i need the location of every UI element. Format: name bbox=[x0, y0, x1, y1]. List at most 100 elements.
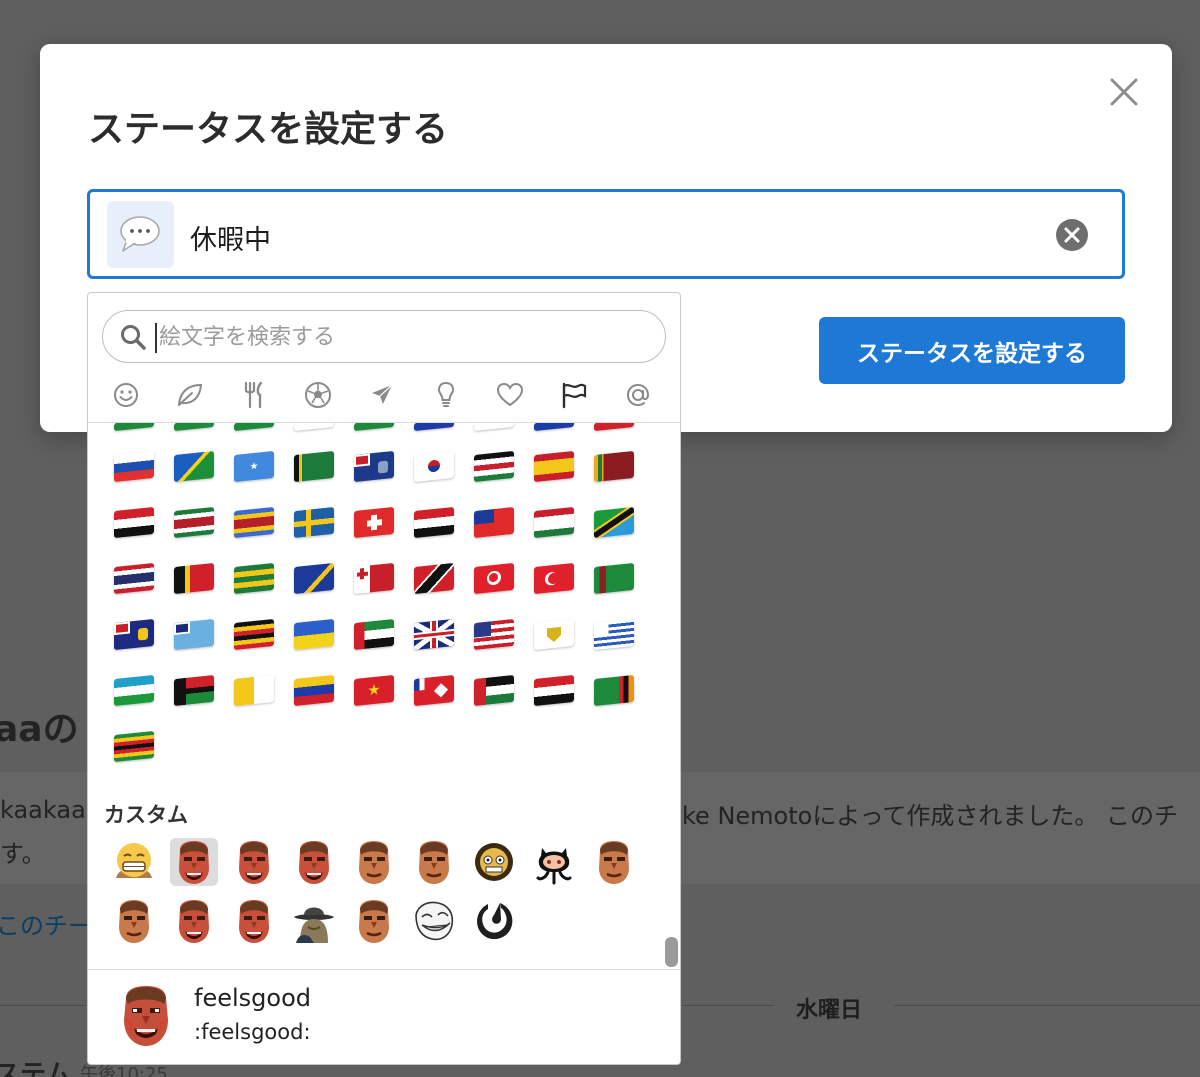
custom-emoji-rage3-icon[interactable] bbox=[230, 897, 278, 945]
custom-emoji-grimace-icon[interactable] bbox=[110, 838, 158, 886]
custom-emoji-feelsgood-icon[interactable] bbox=[170, 838, 218, 886]
emoji-search-box[interactable] bbox=[102, 310, 666, 363]
flag-partial[interactable] bbox=[594, 423, 634, 432]
flag-partial[interactable] bbox=[414, 423, 454, 432]
flag-turkmenistan-icon[interactable] bbox=[594, 562, 634, 595]
custom-emoji-doomguy3-icon[interactable] bbox=[590, 838, 638, 886]
flag-partial[interactable] bbox=[534, 423, 574, 432]
flag-uae-icon[interactable] bbox=[354, 618, 394, 651]
flag-us-virgin-islands-icon[interactable] bbox=[534, 618, 574, 651]
flag-somalia-icon[interactable] bbox=[234, 450, 274, 483]
flag-tajikistan-icon[interactable] bbox=[534, 506, 574, 539]
custom-emoji-goberserk-icon[interactable] bbox=[470, 838, 518, 886]
team-link: このチー bbox=[0, 912, 92, 940]
flag-timor-leste-icon[interactable] bbox=[174, 562, 214, 595]
flag-south-georgia-icon[interactable] bbox=[354, 450, 394, 483]
flag-spain-icon[interactable] bbox=[534, 450, 574, 483]
flag-tunisia-icon[interactable] bbox=[474, 562, 514, 595]
flag-solomon-islands-icon[interactable] bbox=[174, 450, 214, 483]
flag-south-africa-icon[interactable] bbox=[294, 450, 334, 483]
flag-uk-icon[interactable] bbox=[414, 618, 454, 651]
category-smileys[interactable] bbox=[106, 375, 146, 415]
custom-emoji-mattermost-icon[interactable] bbox=[470, 897, 518, 945]
flag-yemen-icon[interactable] bbox=[534, 674, 574, 707]
clear-status-button[interactable] bbox=[1056, 219, 1088, 251]
custom-emoji-doomguy4-icon[interactable] bbox=[110, 897, 158, 945]
flag-western-sahara-icon[interactable] bbox=[474, 674, 514, 707]
date-divider-right bbox=[894, 1005, 1200, 1006]
flag-trinidad-tobago-icon[interactable] bbox=[414, 562, 454, 595]
custom-emoji-troll-icon[interactable] bbox=[410, 897, 458, 945]
custom-emoji-octocat-icon[interactable] bbox=[530, 838, 578, 886]
flag-zimbabwe-icon[interactable] bbox=[114, 730, 154, 763]
flag-sweden-icon[interactable] bbox=[294, 506, 334, 539]
flag-eswatini-icon[interactable] bbox=[234, 506, 274, 539]
flag-zambia-icon[interactable] bbox=[594, 674, 634, 707]
flag-thailand-icon[interactable] bbox=[114, 562, 154, 595]
flag-turks-caicos-icon[interactable] bbox=[114, 618, 154, 651]
custom-emoji-doomguy5-icon[interactable] bbox=[170, 897, 218, 945]
category-food[interactable] bbox=[234, 375, 274, 415]
custom-emoji-doomguy2-icon[interactable] bbox=[410, 838, 458, 886]
category-objects[interactable] bbox=[426, 375, 466, 415]
flag-partial[interactable] bbox=[474, 423, 514, 432]
flag-partial[interactable] bbox=[234, 423, 274, 432]
flag-partial[interactable] bbox=[354, 423, 394, 432]
flag-ukraine-icon[interactable] bbox=[294, 618, 334, 651]
flag-switzerland-icon[interactable] bbox=[354, 506, 394, 539]
flag-sri-lanka-icon[interactable] bbox=[594, 450, 634, 483]
custom-emoji-rage2-icon[interactable] bbox=[290, 838, 338, 886]
smiley-icon bbox=[114, 383, 138, 407]
flag-usa-icon[interactable] bbox=[474, 618, 514, 651]
flag-slovenia-icon[interactable] bbox=[114, 450, 154, 483]
flag-vietnam-icon[interactable] bbox=[354, 674, 394, 707]
status-emoji-button[interactable] bbox=[107, 201, 174, 268]
flag-detail bbox=[433, 683, 449, 698]
flag-tonga-icon[interactable] bbox=[354, 562, 394, 595]
flag-south-sudan-icon[interactable] bbox=[474, 450, 514, 483]
flag-suriname-icon[interactable] bbox=[174, 506, 214, 539]
flag-turkey-icon[interactable] bbox=[534, 562, 574, 595]
flag-sudan-icon[interactable] bbox=[114, 506, 154, 539]
flag-togo-icon[interactable] bbox=[234, 562, 274, 595]
custom-emoji-doomguy6-icon[interactable] bbox=[350, 897, 398, 945]
custom-emoji-doomguy1-icon[interactable] bbox=[350, 838, 398, 886]
flag-uzbekistan-icon[interactable] bbox=[114, 674, 154, 707]
status-text[interactable]: 休暇中 bbox=[190, 218, 271, 257]
speech-balloon-icon bbox=[120, 216, 160, 252]
close-icon bbox=[1110, 78, 1138, 106]
category-activity[interactable] bbox=[298, 375, 338, 415]
flag-partial[interactable] bbox=[294, 423, 334, 432]
flag-tokelau-icon[interactable] bbox=[294, 562, 334, 595]
emoji-list-scrollbar[interactable] bbox=[665, 937, 678, 967]
modal-title: ステータスを設定する bbox=[88, 109, 449, 150]
category-symbols[interactable] bbox=[490, 375, 530, 415]
soccer-ball-icon bbox=[305, 382, 331, 408]
flag-uruguay-icon[interactable] bbox=[594, 618, 634, 651]
flag-vatican-icon[interactable] bbox=[234, 674, 274, 707]
flag-taiwan-icon[interactable] bbox=[474, 506, 514, 539]
set-status-button[interactable]: ステータスを設定する bbox=[819, 317, 1125, 384]
emoji-search-input[interactable] bbox=[159, 319, 639, 355]
clear-circle-icon bbox=[1056, 219, 1088, 251]
flag-partial[interactable] bbox=[174, 423, 214, 432]
flag-vanuatu-icon[interactable] bbox=[174, 674, 214, 707]
flag-south-korea-icon[interactable] bbox=[414, 450, 454, 483]
flag-detail bbox=[548, 572, 559, 585]
flag-venezuela-icon[interactable] bbox=[294, 674, 334, 707]
category-flags[interactable] bbox=[554, 375, 594, 415]
flag-syria-icon[interactable] bbox=[414, 506, 454, 539]
flag-detail bbox=[428, 459, 440, 473]
status-input[interactable]: 休暇中 bbox=[87, 189, 1125, 279]
category-travel[interactable] bbox=[362, 375, 402, 415]
close-button[interactable] bbox=[1106, 74, 1142, 110]
flag-uganda-icon[interactable] bbox=[234, 618, 274, 651]
flag-partial[interactable] bbox=[114, 423, 154, 432]
category-nature[interactable] bbox=[170, 375, 210, 415]
flag-tuvalu-icon[interactable] bbox=[174, 618, 214, 651]
flag-tanzania-icon[interactable] bbox=[594, 506, 634, 539]
flag-wallis-futuna-icon[interactable] bbox=[414, 674, 454, 707]
custom-emoji-rage1-icon[interactable] bbox=[230, 838, 278, 886]
custom-emoji-spy-icon[interactable] bbox=[290, 897, 338, 945]
category-custom[interactable] bbox=[618, 375, 658, 415]
